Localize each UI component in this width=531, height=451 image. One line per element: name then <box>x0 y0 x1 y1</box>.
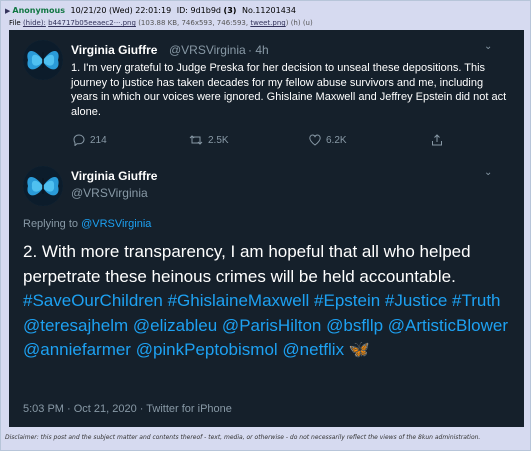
retweet-count: 2.5K <box>208 134 229 146</box>
file-meta: (103.88 KB, 746x593, 746:593, <box>138 19 249 27</box>
tweet2-plain-text: 2. With more transparency, I am hopeful … <box>23 242 471 286</box>
poster-name: Anonymous <box>12 6 65 15</box>
butterfly-emoji-icon: 🦋 <box>348 340 370 359</box>
tweet1-text: 1. I'm very grateful to Judge Preska for… <box>71 62 507 118</box>
post-container: ▶ Anonymous 10/21/20 (Wed) 22:01:19 ID: 9… <box>0 0 531 451</box>
heart-icon <box>309 134 321 146</box>
avatar <box>23 166 63 206</box>
post-header: ▶ Anonymous 10/21/20 (Wed) 22:01:19 ID: 9… <box>5 4 296 17</box>
post-datetime: 10/21/20 (Wed) 22:01:19 <box>70 6 172 15</box>
replying-to: Replying to @VRSVirginia <box>23 218 151 230</box>
tweet-screenshot-image[interactable]: Virginia Giuffre @VRSVirginia · 4h ⌄ 1. … <box>9 30 524 427</box>
file-name-link[interactable]: b44717b05eeaec2···.png <box>48 19 136 27</box>
file-meta-tail: ) (h) (u) <box>285 19 313 27</box>
tweet2-handle[interactable]: @VRSVirginia <box>71 186 148 200</box>
replying-to-handle[interactable]: @VRSVirginia <box>81 218 151 230</box>
reply-count: 214 <box>90 134 107 146</box>
tweet2-hashtags-mentions[interactable]: #SaveOurChildren #GhislaineMaxwell #Epst… <box>23 291 508 359</box>
butterfly-avatar-icon <box>23 166 63 206</box>
poster-id-count: (3) <box>223 6 237 15</box>
share-button[interactable] <box>431 134 443 146</box>
file-info: File (hide): b44717b05eeaec2···.png (103… <box>9 17 313 29</box>
disclaimer: Disclaimer: this post and the subject ma… <box>5 434 481 441</box>
file-label: File <box>9 19 21 27</box>
tweet1-time[interactable]: · 4h <box>248 43 269 57</box>
tweet1-actions: 214 2.5K 6.2K <box>69 134 509 150</box>
post-number[interactable]: No.11201434 <box>242 6 296 15</box>
retweet-button[interactable]: 2.5K <box>189 134 229 146</box>
like-count: 6.2K <box>326 134 347 146</box>
post-menu-arrow-icon[interactable]: ▶ <box>5 7 10 15</box>
tweet1-handle[interactable]: @VRSVirginia <box>169 43 246 57</box>
file-hide-link[interactable]: (hide): <box>23 19 46 27</box>
tweet2-text: 2. With more transparency, I am hopeful … <box>23 240 513 363</box>
replying-to-label: Replying to <box>23 218 79 230</box>
poster-id[interactable]: 9d1b9d <box>190 6 221 15</box>
tweet1-author-name[interactable]: Virginia Giuffre <box>71 43 157 57</box>
poster-id-label: ID: <box>176 6 188 15</box>
butterfly-avatar-icon <box>23 40 63 80</box>
file-original-name-link[interactable]: tweet.png <box>250 19 285 27</box>
reply-button[interactable]: 214 <box>73 134 107 146</box>
tweet2-more-icon[interactable]: ⌄ <box>484 167 492 178</box>
tweet2-author-name[interactable]: Virginia Giuffre <box>71 169 157 183</box>
tweet1-more-icon[interactable]: ⌄ <box>484 41 492 52</box>
reply-icon <box>73 134 85 146</box>
tweet2-timestamp[interactable]: 5:03 PM · Oct 21, 2020 · Twitter for iPh… <box>23 403 232 415</box>
share-icon <box>432 134 442 146</box>
like-button[interactable]: 6.2K <box>309 134 347 146</box>
retweet-icon <box>189 135 203 145</box>
avatar <box>23 40 63 80</box>
